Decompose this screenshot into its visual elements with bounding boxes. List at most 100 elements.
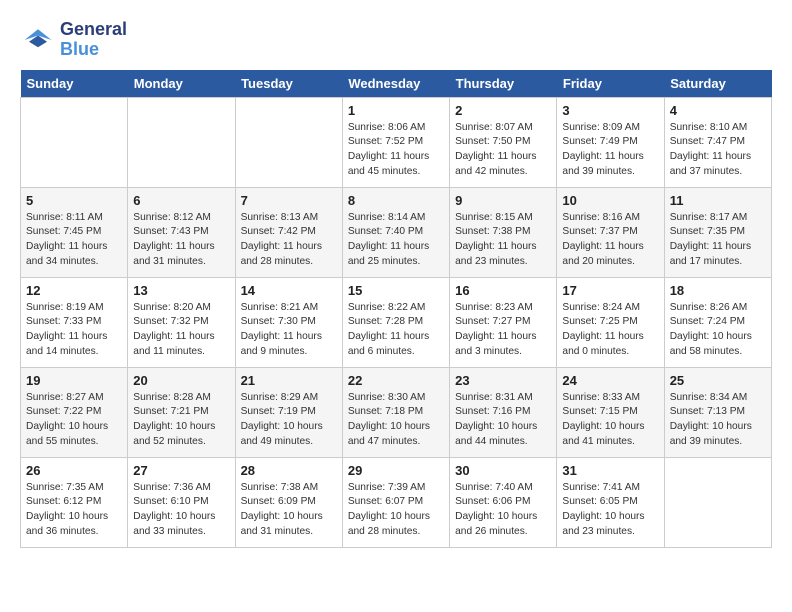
calendar-week-row: 26 Sunrise: 7:35 AM Sunset: 6:12 PM Dayli… <box>21 457 772 547</box>
calendar-cell: 15 Sunrise: 8:22 AM Sunset: 7:28 PM Dayli… <box>342 277 449 367</box>
day-number: 25 <box>670 373 766 388</box>
column-header-wednesday: Wednesday <box>342 70 449 98</box>
day-info: Sunrise: 8:11 AM Sunset: 7:45 PM Dayligh… <box>26 211 122 270</box>
calendar-cell: 10 Sunrise: 8:16 AM Sunset: 7:37 PM Dayli… <box>557 187 664 277</box>
day-number: 15 <box>348 283 444 298</box>
day-number: 13 <box>133 283 229 298</box>
column-header-friday: Friday <box>557 70 664 98</box>
day-info: Sunrise: 8:21 AM Sunset: 7:30 PM Dayligh… <box>241 301 337 360</box>
day-number: 1 <box>348 103 444 118</box>
calendar-cell: 19 Sunrise: 8:27 AM Sunset: 7:22 PM Dayli… <box>21 367 128 457</box>
day-info: Sunrise: 8:09 AM Sunset: 7:49 PM Dayligh… <box>562 121 658 180</box>
day-info: Sunrise: 8:07 AM Sunset: 7:50 PM Dayligh… <box>455 121 551 180</box>
calendar-cell: 26 Sunrise: 7:35 AM Sunset: 6:12 PM Dayli… <box>21 457 128 547</box>
calendar-cell: 3 Sunrise: 8:09 AM Sunset: 7:49 PM Daylig… <box>557 97 664 187</box>
day-number: 21 <box>241 373 337 388</box>
day-info: Sunrise: 8:14 AM Sunset: 7:40 PM Dayligh… <box>348 211 444 270</box>
calendar-cell: 31 Sunrise: 7:41 AM Sunset: 6:05 PM Dayli… <box>557 457 664 547</box>
calendar-cell: 21 Sunrise: 8:29 AM Sunset: 7:19 PM Dayli… <box>235 367 342 457</box>
calendar-cell: 2 Sunrise: 8:07 AM Sunset: 7:50 PM Daylig… <box>450 97 557 187</box>
calendar-cell: 17Sunrise: 8:24 AM Sunset: 7:25 PM Dayli… <box>557 277 664 367</box>
calendar-cell: 27Sunrise: 7:36 AM Sunset: 6:10 PM Dayli… <box>128 457 235 547</box>
logo: General Blue <box>20 20 127 60</box>
column-header-tuesday: Tuesday <box>235 70 342 98</box>
day-info: Sunrise: 7:40 AM Sunset: 6:06 PM Dayligh… <box>455 481 551 540</box>
day-number: 18 <box>670 283 766 298</box>
calendar-cell: 6Sunrise: 8:12 AM Sunset: 7:43 PM Daylig… <box>128 187 235 277</box>
day-info: Sunrise: 8:29 AM Sunset: 7:19 PM Dayligh… <box>241 391 337 450</box>
calendar-week-row: 12 Sunrise: 8:19 AM Sunset: 7:33 PM Dayli… <box>21 277 772 367</box>
day-info: Sunrise: 8:06 AM Sunset: 7:52 PM Dayligh… <box>348 121 444 180</box>
calendar-cell <box>664 457 771 547</box>
calendar-week-row: 1 Sunrise: 8:06 AM Sunset: 7:52 PM Daylig… <box>21 97 772 187</box>
column-header-saturday: Saturday <box>664 70 771 98</box>
day-info: Sunrise: 8:23 AM Sunset: 7:27 PM Dayligh… <box>455 301 551 360</box>
day-number: 30 <box>455 463 551 478</box>
day-number: 3 <box>562 103 658 118</box>
logo-line2: Blue <box>60 40 127 60</box>
calendar-cell: 7Sunrise: 8:13 AM Sunset: 7:42 PM Daylig… <box>235 187 342 277</box>
calendar-cell: 20 Sunrise: 8:28 AM Sunset: 7:21 PM Dayli… <box>128 367 235 457</box>
day-number: 2 <box>455 103 551 118</box>
day-info: Sunrise: 8:17 AM Sunset: 7:35 PM Dayligh… <box>670 211 766 270</box>
day-number: 26 <box>26 463 122 478</box>
day-info: Sunrise: 8:13 AM Sunset: 7:42 PM Dayligh… <box>241 211 337 270</box>
day-info: Sunrise: 8:12 AM Sunset: 7:43 PM Dayligh… <box>133 211 229 270</box>
day-info: Sunrise: 8:27 AM Sunset: 7:22 PM Dayligh… <box>26 391 122 450</box>
calendar-week-row: 19 Sunrise: 8:27 AM Sunset: 7:22 PM Dayli… <box>21 367 772 457</box>
calendar-cell: 8 Sunrise: 8:14 AM Sunset: 7:40 PM Daylig… <box>342 187 449 277</box>
calendar-cell: 16 Sunrise: 8:23 AM Sunset: 7:27 PM Dayli… <box>450 277 557 367</box>
day-number: 14 <box>241 283 337 298</box>
day-number: 4 <box>670 103 766 118</box>
day-number: 20 <box>133 373 229 388</box>
day-number: 29 <box>348 463 444 478</box>
calendar-cell: 11Sunrise: 8:17 AM Sunset: 7:35 PM Dayli… <box>664 187 771 277</box>
day-info: Sunrise: 7:41 AM Sunset: 6:05 PM Dayligh… <box>562 481 658 540</box>
column-header-sunday: Sunday <box>21 70 128 98</box>
day-number: 9 <box>455 193 551 208</box>
day-info: Sunrise: 8:16 AM Sunset: 7:37 PM Dayligh… <box>562 211 658 270</box>
calendar-header-row: SundayMondayTuesdayWednesdayThursdayFrid… <box>21 70 772 98</box>
day-number: 8 <box>348 193 444 208</box>
calendar-cell <box>128 97 235 187</box>
calendar-cell: 25 Sunrise: 8:34 AM Sunset: 7:13 PM Dayli… <box>664 367 771 457</box>
calendar-cell: 4 Sunrise: 8:10 AM Sunset: 7:47 PM Daylig… <box>664 97 771 187</box>
day-number: 24 <box>562 373 658 388</box>
calendar-cell: 13Sunrise: 8:20 AM Sunset: 7:32 PM Dayli… <box>128 277 235 367</box>
day-info: Sunrise: 8:28 AM Sunset: 7:21 PM Dayligh… <box>133 391 229 450</box>
calendar-cell: 30 Sunrise: 7:40 AM Sunset: 6:06 PM Dayli… <box>450 457 557 547</box>
calendar-cell <box>235 97 342 187</box>
calendar-cell: 12 Sunrise: 8:19 AM Sunset: 7:33 PM Dayli… <box>21 277 128 367</box>
logo-line1: General <box>60 20 127 40</box>
day-info: Sunrise: 7:35 AM Sunset: 6:12 PM Dayligh… <box>26 481 122 540</box>
day-info: Sunrise: 8:31 AM Sunset: 7:16 PM Dayligh… <box>455 391 551 450</box>
day-info: Sunrise: 7:39 AM Sunset: 6:07 PM Dayligh… <box>348 481 444 540</box>
day-info: Sunrise: 8:19 AM Sunset: 7:33 PM Dayligh… <box>26 301 122 360</box>
page-header: General Blue <box>20 20 772 60</box>
column-header-monday: Monday <box>128 70 235 98</box>
calendar-cell: 5 Sunrise: 8:11 AM Sunset: 7:45 PM Daylig… <box>21 187 128 277</box>
day-info: Sunrise: 8:22 AM Sunset: 7:28 PM Dayligh… <box>348 301 444 360</box>
day-info: Sunrise: 8:34 AM Sunset: 7:13 PM Dayligh… <box>670 391 766 450</box>
day-number: 31 <box>562 463 658 478</box>
calendar-cell: 1 Sunrise: 8:06 AM Sunset: 7:52 PM Daylig… <box>342 97 449 187</box>
calendar-cell: 14 Sunrise: 8:21 AM Sunset: 7:30 PM Dayli… <box>235 277 342 367</box>
day-number: 5 <box>26 193 122 208</box>
day-number: 19 <box>26 373 122 388</box>
calendar-cell: 18 Sunrise: 8:26 AM Sunset: 7:24 PM Dayli… <box>664 277 771 367</box>
day-number: 17 <box>562 283 658 298</box>
day-number: 10 <box>562 193 658 208</box>
calendar-cell <box>21 97 128 187</box>
day-number: 28 <box>241 463 337 478</box>
calendar-week-row: 5 Sunrise: 8:11 AM Sunset: 7:45 PM Daylig… <box>21 187 772 277</box>
day-number: 23 <box>455 373 551 388</box>
column-header-thursday: Thursday <box>450 70 557 98</box>
day-info: Sunrise: 8:15 AM Sunset: 7:38 PM Dayligh… <box>455 211 551 270</box>
day-info: Sunrise: 8:10 AM Sunset: 7:47 PM Dayligh… <box>670 121 766 180</box>
day-info: Sunrise: 8:26 AM Sunset: 7:24 PM Dayligh… <box>670 301 766 360</box>
calendar-cell: 29 Sunrise: 7:39 AM Sunset: 6:07 PM Dayli… <box>342 457 449 547</box>
day-info: Sunrise: 7:36 AM Sunset: 6:10 PM Dayligh… <box>133 481 229 540</box>
day-number: 16 <box>455 283 551 298</box>
calendar-cell: 24Sunrise: 8:33 AM Sunset: 7:15 PM Dayli… <box>557 367 664 457</box>
day-number: 12 <box>26 283 122 298</box>
